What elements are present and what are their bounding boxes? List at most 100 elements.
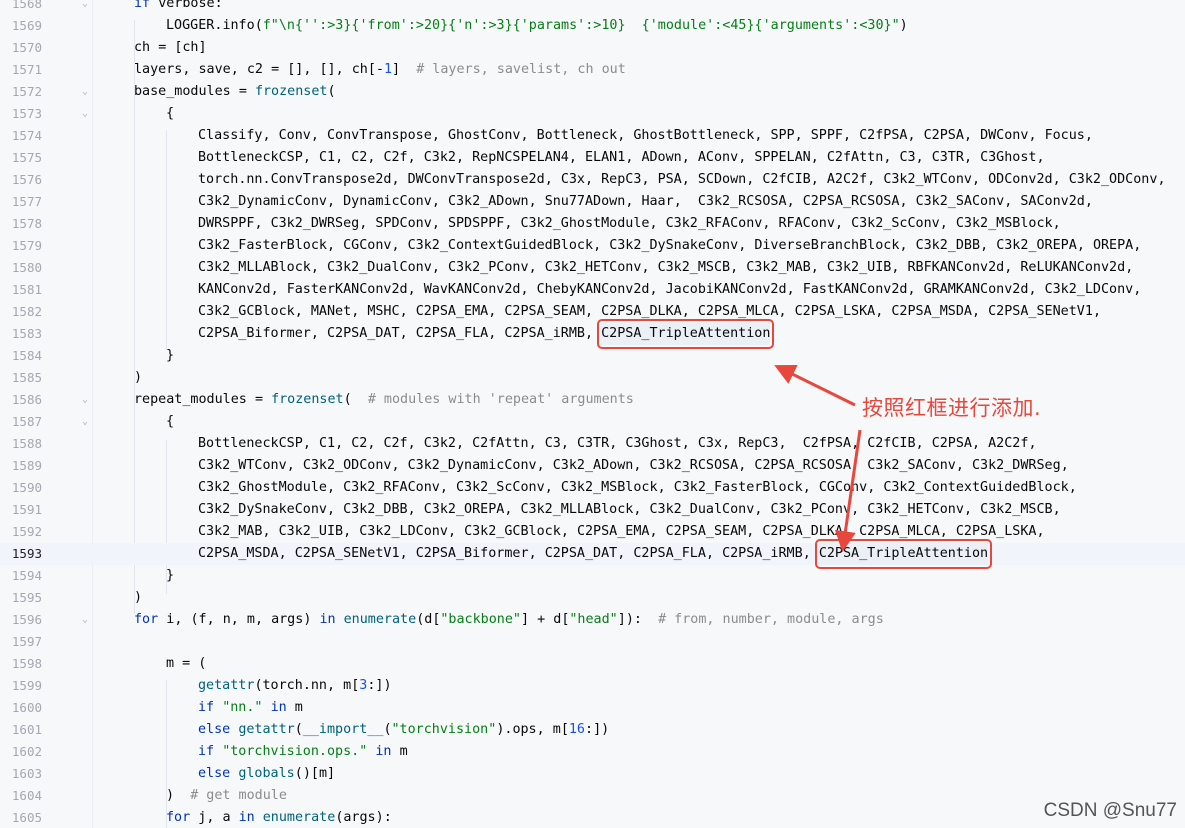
code-text: torch.nn.ConvTranspose2d, DWConvTranspos… <box>198 172 1166 187</box>
code-text: m = ( <box>166 656 207 671</box>
line-number: 1584 <box>11 348 42 363</box>
line-number: 1571 <box>11 62 42 77</box>
code-line-1603[interactable]: 1603 else globals()[m] <box>0 763 1185 785</box>
code-line-1574[interactable]: 1574 Classify, Conv, ConvTranspose, Ghost… <box>0 125 1185 147</box>
fold-chevron-icon[interactable]: ⌄ <box>80 103 90 125</box>
line-number: 1579 <box>11 238 42 253</box>
code-line-1570[interactable]: 1570 ch = [ch] <box>0 37 1185 59</box>
line-number: 1596 <box>11 612 42 627</box>
code-line-1585[interactable]: 1585) <box>0 367 1185 389</box>
line-number: 1587 <box>11 414 42 429</box>
line-number: 1591 <box>11 502 42 517</box>
line-number: 1572 <box>11 84 42 99</box>
fold-chevron-icon[interactable]: ⌄ <box>80 411 90 433</box>
code-line-1595[interactable]: 1595) <box>0 587 1185 609</box>
line-number: 1592 <box>11 524 42 539</box>
line-number: 1593 <box>11 546 42 561</box>
line-number: 1583 <box>11 326 42 341</box>
code-line-1598[interactable]: 1598 m = ( <box>0 653 1185 675</box>
code-text: BottleneckCSP, C1, C2, C2f, C3k2, C2fAtt… <box>198 436 1037 451</box>
code-line-1596[interactable]: 1596 ⌄ for i, (f, n, m, args) in enumerate… <box>0 609 1185 631</box>
line-number: 1603 <box>11 766 42 781</box>
code-text: ) # get module <box>166 788 287 803</box>
code-line-1602[interactable]: 1602 if "torchvision.ops." in m <box>0 741 1185 763</box>
line-number: 1573 <box>11 106 42 121</box>
fold-chevron-icon[interactable]: ⌄ <box>80 609 90 631</box>
code-line-1572[interactable]: 1572 ⌄ base_modules = frozenset( <box>0 81 1185 103</box>
line-number: 1601 <box>11 722 42 737</box>
line-number: 1582 <box>11 304 42 319</box>
code-text: layers, save, c2 = [], [], ch[-1] # laye… <box>134 62 626 77</box>
line-number: 1599 <box>11 678 42 693</box>
code-line-1592[interactable]: 1592 C3k2_MAB, C3k2_UIB, C3k2_LDConv, C3k… <box>0 521 1185 543</box>
code-line-1581[interactable]: 1581 KANConv2d, FasterKANConv2d, WavKANCo… <box>0 279 1185 301</box>
code-text: C2PSA_Biformer, C2PSA_DAT, C2PSA_FLA, C2… <box>198 319 775 349</box>
code-line-1591[interactable]: 1591 C3k2_DySnakeConv, C3k2_DBB, C3k2_ORE… <box>0 499 1185 521</box>
code-line-1601[interactable]: 1601 else getattr(__import__("torchvision… <box>0 719 1185 741</box>
code-text: BottleneckCSP, C1, C2, C2f, C3k2, RepNCS… <box>198 150 1045 165</box>
code-line-1604[interactable]: 1604 ) # get module <box>0 785 1185 807</box>
code-text: if "nn." in m <box>198 700 303 715</box>
code-line-1576[interactable]: 1576 torch.nn.ConvTranspose2d, DWConvTran… <box>0 169 1185 191</box>
line-number: 1569 <box>11 18 42 33</box>
fold-chevron-icon[interactable]: ⌄ <box>80 0 90 15</box>
code-line-1578[interactable]: 1578 DWRSPPF, C3k2_DWRSeg, SPDConv, SPDSP… <box>0 213 1185 235</box>
code-text: C3k2_DySnakeConv, C3k2_DBB, C3k2_OREPA, … <box>198 502 1061 517</box>
highlight-box: C2PSA_TripleAttention <box>814 539 993 569</box>
code-text: repeat_modules = frozenset( # modules wi… <box>134 392 634 407</box>
code-text: ch = [ch] <box>134 40 207 55</box>
code-line-1580[interactable]: 1580 C3k2_MLLABlock, C3k2_DualConv, C3k2_… <box>0 257 1185 279</box>
code-text: if "torchvision.ops." in m <box>198 744 408 759</box>
code-line-1577[interactable]: 1577 C3k2_DynamicConv, DynamicConv, C3k2_… <box>0 191 1185 213</box>
code-line-1594[interactable]: 1594} <box>0 565 1185 587</box>
code-text: C2PSA_MSDA, C2PSA_SENetV1, C2PSA_Biforme… <box>198 539 993 569</box>
code-text: if verbose: <box>134 0 223 11</box>
code-text: C3k2_DynamicConv, DynamicConv, C3k2_ADow… <box>198 194 1093 209</box>
code-text: C3k2_WTConv, C3k2_ODConv, C3k2_DynamicCo… <box>198 458 1069 473</box>
code-text: C3k2_MAB, C3k2_UIB, C3k2_LDConv, C3k2_GC… <box>198 524 1045 539</box>
line-number: 1568 <box>11 0 42 11</box>
code-line-1575[interactable]: 1575 BottleneckCSP, C1, C2, C2f, C3k2, Re… <box>0 147 1185 169</box>
code-line-1573[interactable]: 1573 ⌄ { <box>0 103 1185 125</box>
fold-chevron-icon[interactable]: ⌄ <box>80 81 90 103</box>
line-number: 1588 <box>11 436 42 451</box>
code-text: ) <box>134 590 143 605</box>
code-text: Classify, Conv, ConvTranspose, GhostConv… <box>198 128 1093 143</box>
code-text: else getattr(__import__("torchvision").o… <box>198 722 610 737</box>
code-line-1582[interactable]: 1582 C3k2_GCBlock, MANet, MSHC, C2PSA_EMA… <box>0 301 1185 323</box>
code-line-1569[interactable]: 1569 LOGGER.info(f"\n{'':>3}{'from':>20}{… <box>0 15 1185 37</box>
code-line-1568[interactable]: 1568 ⌄ if verbose: <box>0 0 1185 15</box>
line-number: 1602 <box>11 744 42 759</box>
code-text: LOGGER.info(f"\n{'':>3}{'from':>20}{'n':… <box>166 18 908 33</box>
line-number: 1597 <box>11 634 42 649</box>
line-number: 1590 <box>11 480 42 495</box>
code-line-1600[interactable]: 1600 if "nn." in m <box>0 697 1185 719</box>
code-line-1605[interactable]: 1605 for j, a in enumerate(args): <box>0 807 1185 828</box>
code-line-1588[interactable]: 1588 BottleneckCSP, C1, C2, C2f, C3k2, C2… <box>0 433 1185 455</box>
line-number: 1604 <box>11 788 42 803</box>
line-number: 1578 <box>11 216 42 231</box>
code-text: { <box>166 106 175 121</box>
code-line-1571[interactable]: 1571 layers, save, c2 = [], [], ch[-1] # … <box>0 59 1185 81</box>
code-text: KANConv2d, FasterKANConv2d, WavKANConv2d… <box>198 282 1142 297</box>
line-number: 1574 <box>11 128 42 143</box>
code-line-1590[interactable]: 1590 C3k2_GhostModule, C3k2_RFAConv, C3k2… <box>0 477 1185 499</box>
line-number: 1598 <box>11 656 42 671</box>
code-text: base_modules = frozenset( <box>134 84 336 99</box>
code-line-1589[interactable]: 1589 C3k2_WTConv, C3k2_ODConv, C3k2_Dynam… <box>0 455 1185 477</box>
line-number: 1580 <box>11 260 42 275</box>
code-text: C3k2_GCBlock, MANet, MSHC, C2PSA_EMA, C2… <box>198 304 1101 319</box>
highlight-box: C2PSA_TripleAttention <box>597 319 775 349</box>
line-number: 1594 <box>11 568 42 583</box>
line-number: 1576 <box>11 172 42 187</box>
code-line-1583[interactable]: 1583 C2PSA_Biformer, C2PSA_DAT, C2PSA_FLA… <box>0 319 1185 349</box>
code-text: else globals()[m] <box>198 766 336 781</box>
code-line-1597[interactable]: 1597 <box>0 631 1185 653</box>
line-number: 1600 <box>11 700 42 715</box>
code-line-1599[interactable]: 1599 getattr(torch.nn, m[3:]) <box>0 675 1185 697</box>
csdn-watermark: CSDN @Snu77 <box>1043 800 1177 821</box>
code-line-1579[interactable]: 1579 C3k2_FasterBlock, CGConv, C3k2_Conte… <box>0 235 1185 257</box>
fold-chevron-icon[interactable]: ⌄ <box>80 389 90 411</box>
code-line-1593[interactable]: 1593 C2PSA_MSDA, C2PSA_SENetV1, C2PSA_Bif… <box>0 539 1185 569</box>
code-line-1584[interactable]: 1584} <box>0 345 1185 367</box>
